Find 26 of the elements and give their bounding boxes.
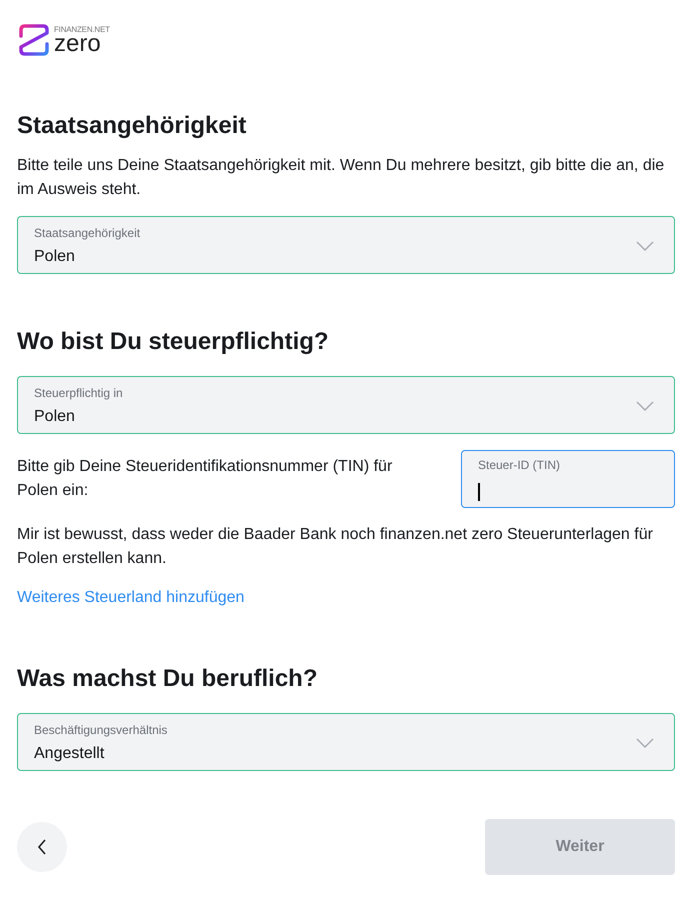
field-label: Beschäftigungsverhältnis bbox=[34, 722, 168, 738]
chevron-down-icon bbox=[636, 401, 654, 411]
field-label: Steuerpflichtig in bbox=[34, 385, 124, 401]
section-heading: Wo bist Du steuerpflichtig? bbox=[17, 327, 330, 357]
logo-brand: FINANZEN.NET bbox=[54, 26, 110, 34]
text-cursor bbox=[478, 483, 480, 501]
section-heading: Was machst Du beruflich? bbox=[17, 664, 318, 694]
logo-icon bbox=[17, 24, 51, 56]
field-value: Polen bbox=[34, 407, 75, 427]
field-label: Steuer-ID (TIN) bbox=[478, 457, 562, 473]
logo-product: zero bbox=[54, 32, 101, 54]
section-description: Bitte teile uns Deine Staatsangehörigkeit mit. Wenn Du mehrere besitzt, gib bitte die an, die im Ausweis steht. bbox=[17, 156, 666, 200]
chevron-down-icon bbox=[636, 738, 654, 748]
tax-notice: Mir ist bewusst, dass weder die Baader Bank noch finanzen.net zero Steuerunterlagen für Polen erstellen kann. bbox=[17, 525, 654, 569]
field-value: Angestellt bbox=[34, 744, 104, 764]
back-button[interactable] bbox=[17, 822, 67, 872]
field-label: Staatsangehörigkeit bbox=[34, 225, 142, 241]
section-heading: Staatsangehörigkeit bbox=[17, 111, 248, 141]
select-field[interactable]: Beschäftigungsverhältnis Angestellt bbox=[17, 713, 675, 771]
field-value: Polen bbox=[34, 247, 75, 267]
select-field[interactable]: Staatsangehörigkeit Polen bbox=[17, 216, 675, 274]
chevron-left-icon bbox=[37, 839, 47, 855]
select-field[interactable]: Steuerpflichtig in Polen bbox=[17, 376, 675, 434]
chevron-down-icon bbox=[636, 241, 654, 251]
tin-prompt: Bitte gib Deine Steueridentifikationsnummer (TIN) für Polen ein: bbox=[17, 457, 394, 501]
tin-input-field[interactable]: Steuer-ID (TIN) bbox=[461, 450, 675, 508]
